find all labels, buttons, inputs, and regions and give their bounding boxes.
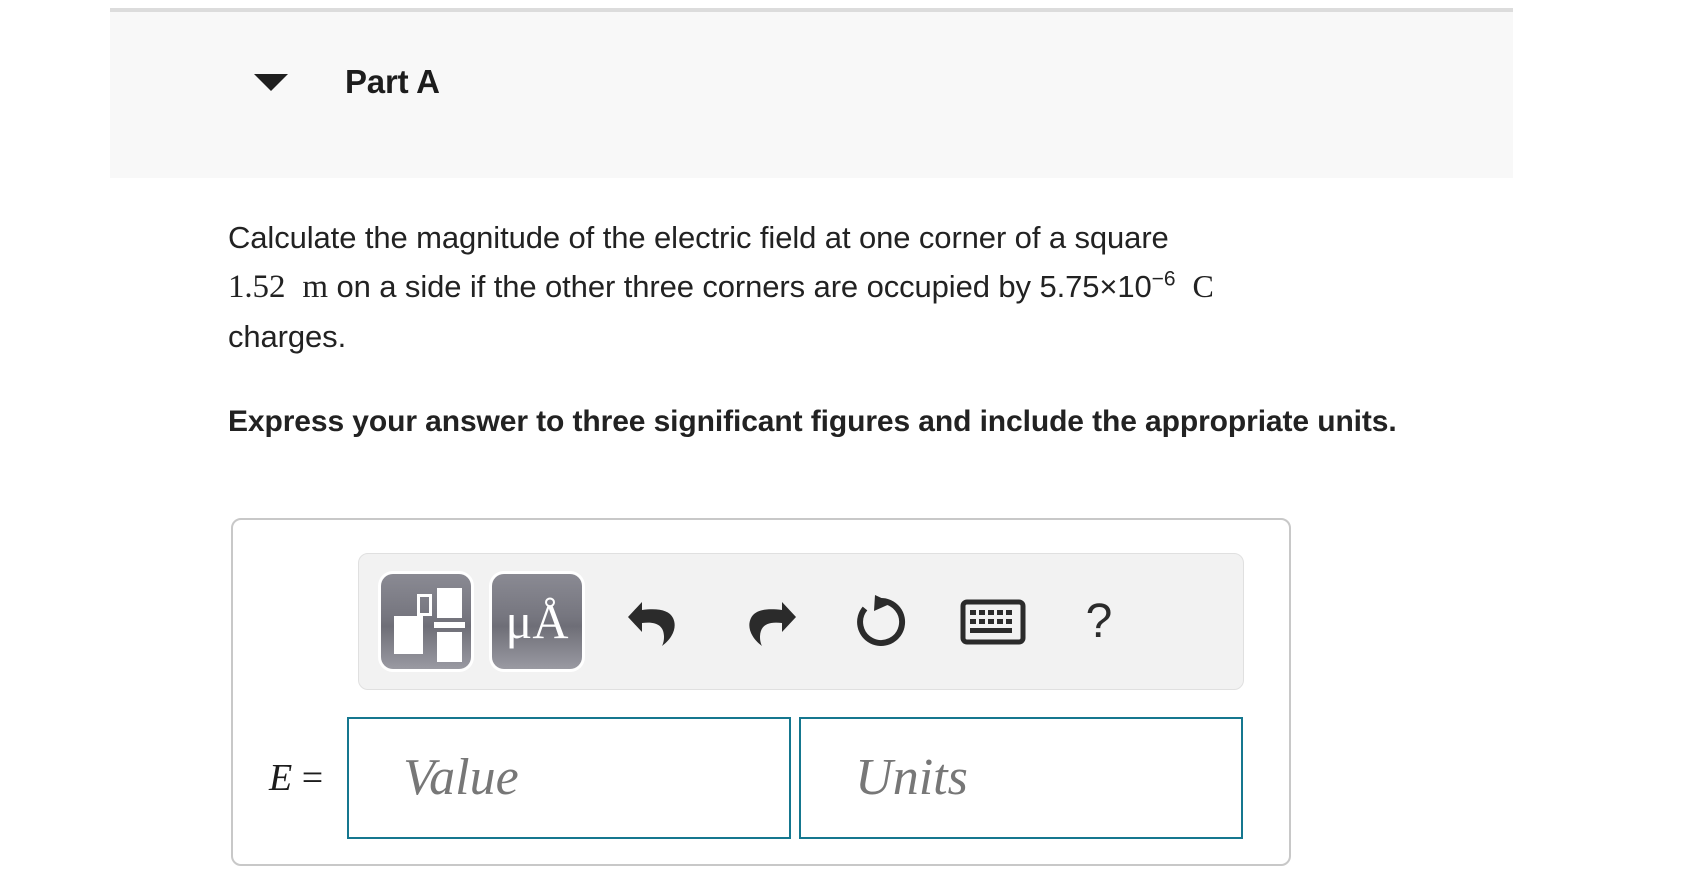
answer-panel: μÅ ? E = Value Units bbox=[231, 518, 1291, 866]
units-placeholder: Units bbox=[855, 749, 968, 806]
answer-row: E = Value Units bbox=[233, 717, 1289, 839]
reset-icon bbox=[854, 594, 908, 650]
redo-icon bbox=[740, 596, 798, 648]
undo-button[interactable] bbox=[616, 574, 694, 669]
question-mark-icon: ? bbox=[1085, 594, 1113, 648]
math-toolbar: μÅ ? bbox=[358, 553, 1244, 690]
triangle-down-icon[interactable] bbox=[254, 74, 288, 91]
part-header[interactable]: Part A bbox=[110, 8, 1513, 178]
math-template-button[interactable] bbox=[381, 574, 471, 669]
question-line-2-mid: on a side if the other three corners are… bbox=[336, 269, 1031, 304]
redo-button[interactable] bbox=[730, 574, 808, 669]
page-title: Part A bbox=[345, 63, 440, 100]
question-line-1: Calculate the magnitude of the electric … bbox=[228, 220, 1169, 255]
question-line-3: charges. bbox=[228, 319, 347, 354]
square-side-unit: m bbox=[302, 269, 328, 305]
value-placeholder: Value bbox=[403, 749, 519, 806]
answer-instruction: Express your answer to three significant… bbox=[228, 405, 1397, 438]
undo-icon bbox=[626, 596, 684, 648]
charge-unit: C bbox=[1192, 268, 1214, 304]
units-button[interactable]: μÅ bbox=[492, 574, 582, 669]
part-header-inner: Part A bbox=[110, 12, 1513, 178]
keyboard-icon bbox=[960, 599, 1026, 645]
square-side-value: 1.52 bbox=[228, 269, 286, 305]
question-text: Calculate the magnitude of the electric … bbox=[228, 213, 1528, 361]
question-line-2: 1.52 m on a side if the other three corn… bbox=[228, 262, 1528, 312]
help-button[interactable]: ? bbox=[1060, 574, 1138, 669]
answer-variable-label: E = bbox=[269, 757, 324, 799]
reset-button[interactable] bbox=[842, 574, 920, 669]
value-input[interactable]: Value bbox=[347, 717, 792, 839]
charge-exponent: −6 bbox=[1151, 267, 1176, 291]
charge-value: 5.75×10 bbox=[1039, 269, 1152, 304]
keyboard-button[interactable] bbox=[954, 574, 1032, 669]
unit-symbol-icon: μÅ bbox=[505, 592, 569, 649]
units-input[interactable]: Units bbox=[799, 717, 1244, 839]
